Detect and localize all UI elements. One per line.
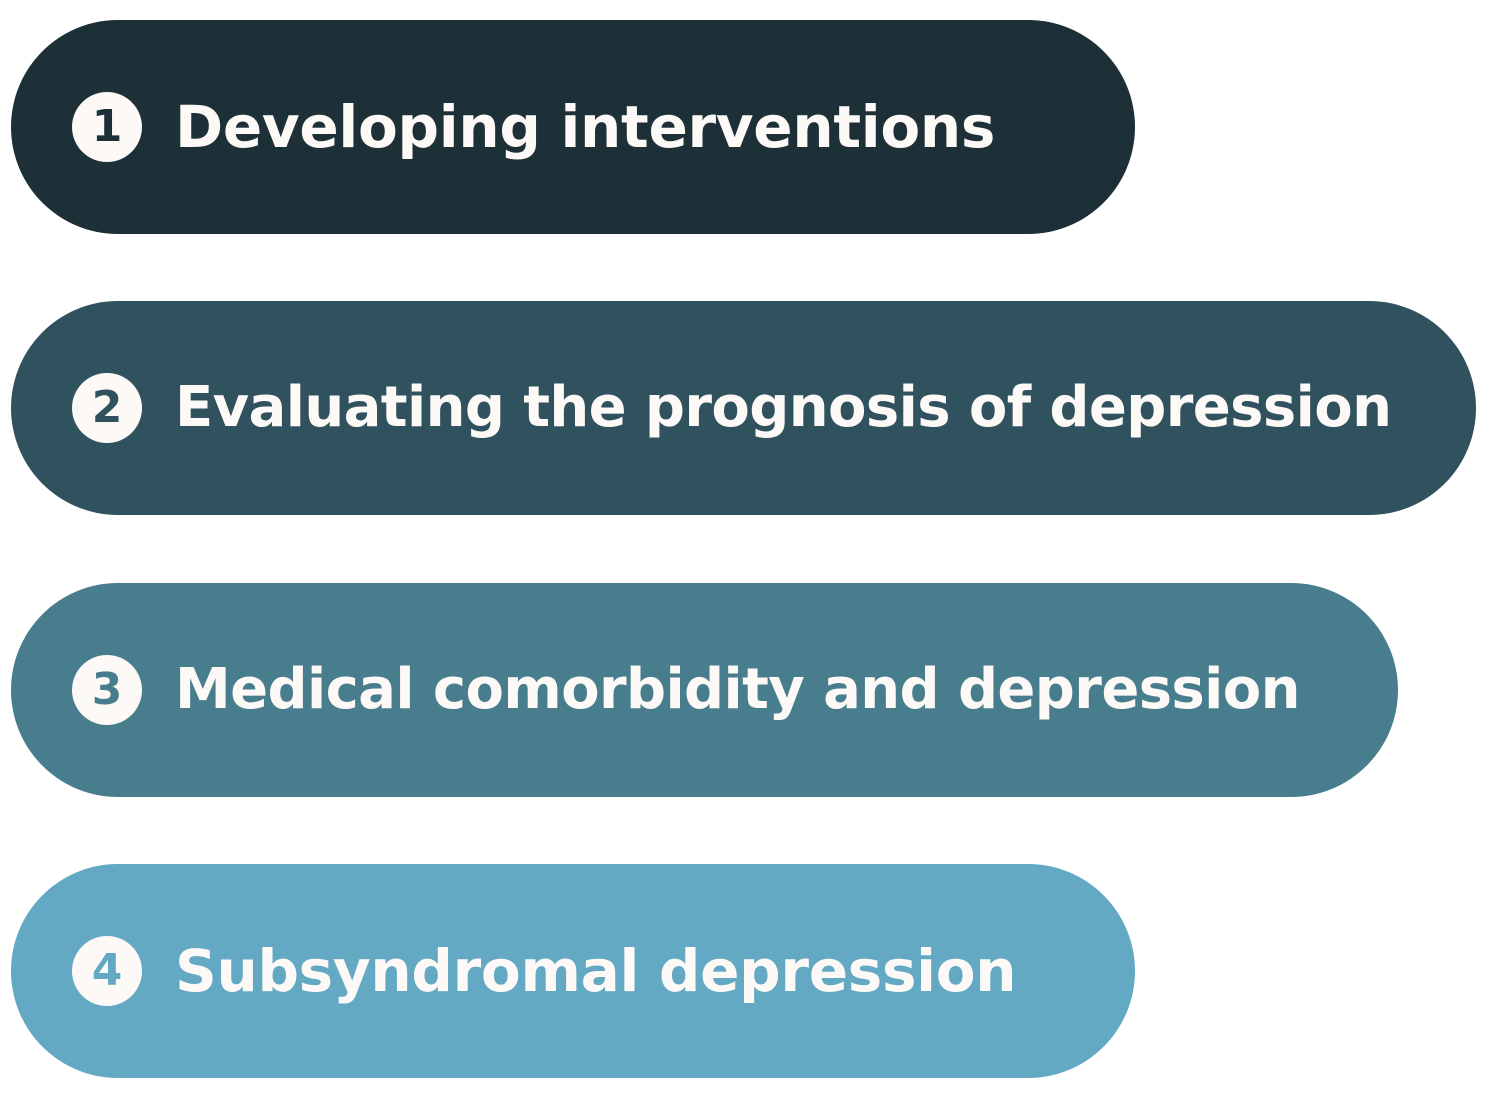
number-1: 1 [91,101,123,152]
item-label-4: Subsyndromal depression [175,937,1017,1005]
number-badge-3: 3 [72,655,142,725]
list-item-evaluating-prognosis: 2 Evaluating the prognosis of depression [11,301,1476,515]
number-4: 4 [91,945,123,996]
number-badge-1: 1 [72,92,142,162]
item-label-1: Developing interventions [175,93,996,161]
number-badge-2: 2 [72,373,142,443]
list-item-developing-interventions: 1 Developing interventions [11,20,1135,234]
number-badge-4: 4 [72,936,142,1006]
list-item-subsyndromal-depression: 4 Subsyndromal depression [11,864,1135,1078]
list-item-medical-comorbidity: 3 Medical comorbidity and depression [11,583,1398,797]
number-2: 2 [91,382,123,433]
item-label-2: Evaluating the prognosis of depression [175,375,1392,440]
item-label-3: Medical comorbidity and depression [175,657,1301,722]
number-3: 3 [91,664,123,715]
